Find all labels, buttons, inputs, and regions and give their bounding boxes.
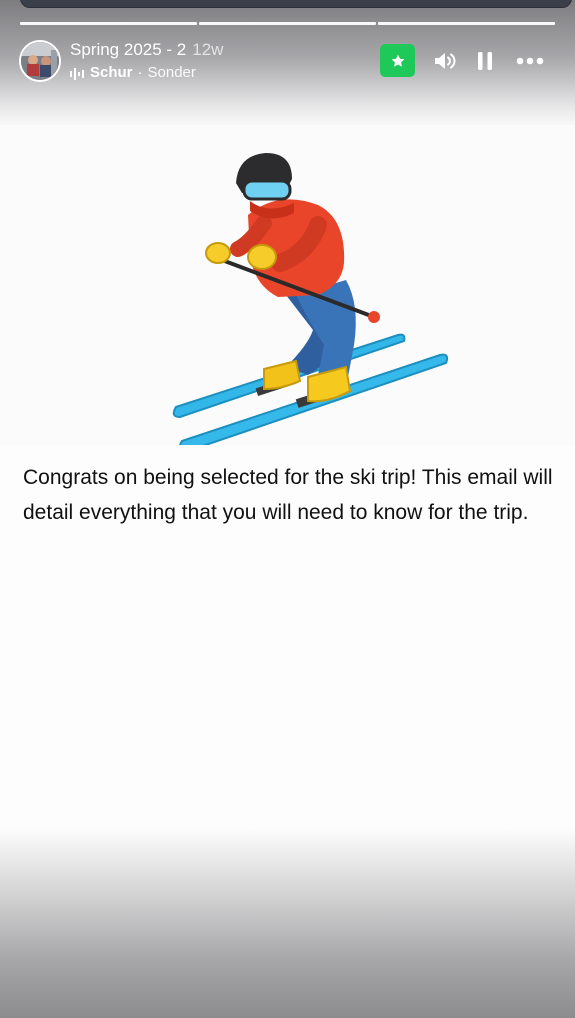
more-horizontal-icon bbox=[516, 57, 544, 65]
speaker-icon bbox=[435, 53, 456, 69]
pause-icon bbox=[478, 52, 492, 70]
emoji-image bbox=[0, 125, 575, 445]
sound-wave-icon bbox=[70, 67, 84, 80]
avatar[interactable] bbox=[19, 40, 61, 82]
story-header: Spring 2025 - 2 12w Schur · Sonder bbox=[19, 40, 555, 82]
progress-segment bbox=[20, 22, 197, 25]
close-friends-badge[interactable] bbox=[380, 44, 415, 77]
pause-button[interactable] bbox=[475, 48, 495, 74]
story-title-text: Spring 2025 - 2 bbox=[70, 40, 187, 59]
previous-card-edge bbox=[20, 0, 572, 8]
more-options-button[interactable] bbox=[515, 48, 545, 74]
bottom-shade bbox=[0, 828, 575, 1018]
progress-segment bbox=[199, 22, 376, 25]
story-viewer[interactable]: Spring 2025 - 2 12w Schur · Sonder Congr… bbox=[0, 0, 575, 1018]
story-message-text: Congrats on being selected for the ski t… bbox=[23, 466, 553, 524]
music-separator: · bbox=[137, 64, 143, 81]
music-artist: Schur bbox=[90, 64, 133, 81]
mute-button[interactable] bbox=[433, 48, 457, 74]
story-progress-bar bbox=[20, 22, 555, 25]
progress-segment bbox=[378, 22, 555, 25]
story-age: 12w bbox=[192, 40, 224, 59]
music-track: Sonder bbox=[147, 64, 196, 81]
person-skiing-emoji bbox=[172, 153, 449, 445]
music-attribution[interactable]: Schur · Sonder bbox=[70, 64, 196, 81]
story-title[interactable]: Spring 2025 - 2 12w bbox=[70, 40, 223, 60]
star-icon bbox=[391, 54, 404, 67]
